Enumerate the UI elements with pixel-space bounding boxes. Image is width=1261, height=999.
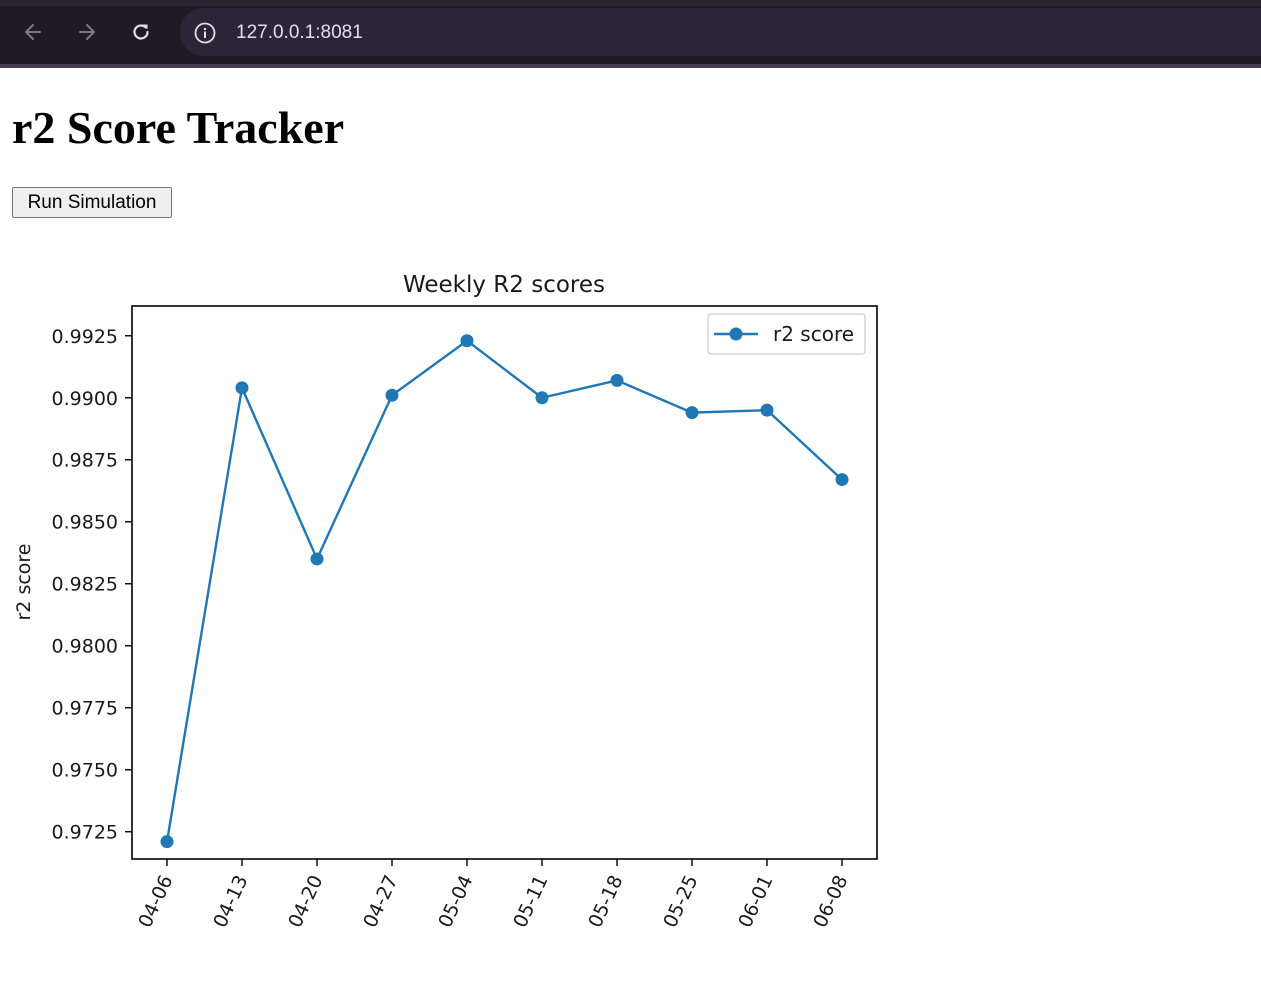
browser-toolbar: 127.0.0.1:8081	[0, 0, 1261, 68]
x-tick-label: 05-04	[434, 872, 477, 931]
run-simulation-button[interactable]: Run Simulation	[12, 187, 172, 218]
legend: r2 score	[707, 313, 866, 355]
x-tick-label: 05-11	[509, 872, 552, 931]
data-point	[160, 835, 174, 849]
data-point	[535, 391, 549, 405]
x-tick-label: 04-20	[284, 872, 327, 931]
data-point	[610, 373, 624, 387]
y-tick-label: 0.9775	[52, 698, 118, 720]
tab-strip	[0, 0, 1261, 6]
data-point	[835, 473, 849, 487]
data-point	[385, 388, 399, 402]
y-tick-label: 0.9800	[52, 636, 118, 658]
x-tick-label: 04-27	[359, 872, 402, 931]
x-tick-label: 05-18	[584, 872, 627, 931]
y-tick-label: 0.9875	[52, 450, 118, 472]
y-tick-label: 0.9900	[52, 388, 118, 410]
info-icon[interactable]	[193, 21, 217, 45]
y-tick-label: 0.9925	[52, 326, 118, 348]
r2-score-chart: Weekly R2 scores r2 score 0.97250.97500.…	[13, 272, 878, 931]
data-point	[685, 406, 699, 420]
y-axis-label: r2 score	[13, 544, 35, 621]
x-axis-ticks: 04-06 04-13 04-20 04-27 05-04 05-11 05-18 05-25…	[134, 859, 853, 931]
x-tick-label: 04-13	[209, 872, 252, 931]
y-tick-label: 0.9725	[52, 822, 118, 844]
legend-marker-swatch	[729, 327, 743, 341]
url-text[interactable]: 127.0.0.1:8081	[236, 20, 363, 46]
y-axis-ticks: 0.9725 0.9750 0.9775 0.9800 0.9825 0.9850 0.98…	[52, 326, 132, 844]
data-point	[460, 334, 474, 348]
data-point	[760, 403, 774, 417]
series-line-r2-score	[165, 339, 843, 842]
legend-label: r2 score	[773, 322, 854, 346]
chart-title: Weekly R2 scores	[403, 272, 605, 298]
page-title: r2 Score Tracker	[12, 102, 345, 153]
reload-icon	[133, 24, 149, 40]
arrow-left-icon	[25, 24, 41, 40]
y-tick-label: 0.9825	[52, 574, 118, 596]
toolbar-divider	[0, 64, 1261, 68]
y-tick-label: 0.9850	[52, 512, 118, 534]
data-point	[310, 552, 324, 566]
arrow-right-icon	[79, 24, 95, 40]
x-tick-label: 04-06	[134, 872, 177, 931]
y-tick-label: 0.9750	[52, 760, 118, 782]
reload-button[interactable]	[123, 14, 159, 50]
back-button[interactable]	[15, 14, 51, 50]
x-tick-label: 05-25	[659, 872, 702, 931]
x-tick-label: 06-01	[734, 872, 777, 931]
forward-button[interactable]	[69, 14, 105, 50]
data-point	[235, 381, 249, 395]
x-tick-label: 06-08	[809, 872, 852, 931]
